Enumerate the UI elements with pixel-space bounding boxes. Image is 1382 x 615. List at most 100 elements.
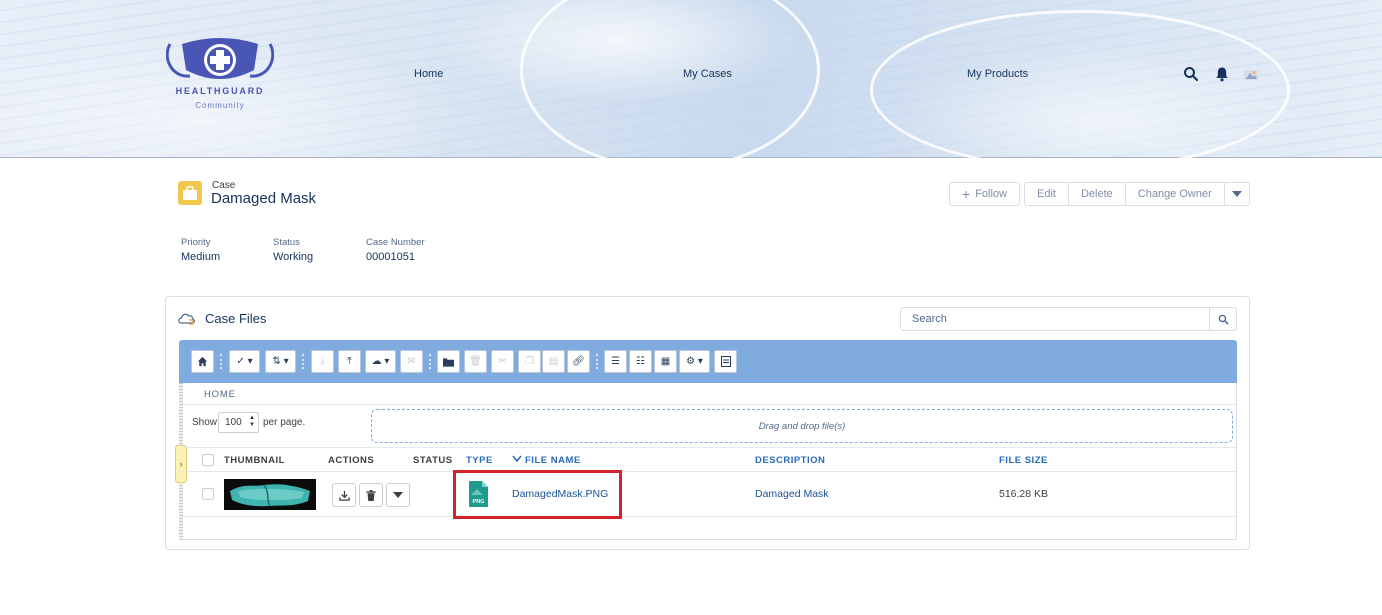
sort-desc-icon[interactable] [512, 455, 522, 463]
status-label: Status [273, 237, 300, 248]
download-button[interactable]: ⤓ [311, 350, 334, 373]
highlight-box [453, 470, 622, 519]
detail-view-button[interactable]: ☷ [629, 350, 652, 373]
plus-icon: + [962, 186, 971, 202]
row-more-button[interactable] [386, 483, 410, 507]
bell-icon[interactable] [1214, 66, 1230, 82]
search-icon[interactable] [1183, 66, 1199, 82]
row-download-button[interactable] [332, 483, 356, 507]
nav-my-products[interactable]: My Products [967, 68, 1028, 80]
case-number-label: Case Number [366, 237, 425, 248]
page-title: Damaged Mask [211, 190, 317, 207]
select-dropdown[interactable]: ✓ ▾ [229, 350, 260, 373]
file-search-button[interactable] [1209, 308, 1236, 330]
folder-icon [443, 357, 454, 367]
column-actions: ACTIONS [328, 455, 375, 466]
case-icon [178, 181, 202, 205]
change-owner-button[interactable]: Change Owner [1126, 183, 1225, 205]
file-size: 516.28 KB [999, 488, 1049, 500]
breadcrumb [183, 383, 1236, 405]
home-button[interactable] [191, 350, 214, 373]
file-manager-toolbar: ✓ ▾ ⇅ ▾ ⤓ ⤒ ☁ ▾ ✉ 🗑 ✂ ❐ ▤ 🔗︎ ☰ ☷ ▦ ⚙ ▾ [179, 340, 1237, 383]
search-icon [1218, 314, 1228, 324]
clipboard-icon: ▤ [548, 356, 559, 367]
column-type[interactable]: TYPE [466, 455, 493, 466]
column-description[interactable]: DESCRIPTION [755, 455, 825, 466]
settings-dropdown[interactable]: ⚙ ▾ [679, 350, 710, 373]
chevron-down-icon [393, 492, 403, 498]
list-icon: ☰ [611, 356, 620, 367]
grid-view-button[interactable]: ▦ [654, 350, 677, 373]
toolbar-separator [220, 354, 222, 369]
brand-subtitle: Community [195, 101, 245, 110]
row-checkbox[interactable] [202, 488, 214, 500]
cut-button[interactable]: ✂ [491, 350, 514, 373]
column-thumbnail: THUMBNAIL [224, 455, 285, 466]
breadcrumb-home[interactable]: HOME [204, 389, 236, 400]
copy-icon: ❐ [525, 356, 534, 367]
column-file-name[interactable]: FILE NAME [525, 455, 581, 466]
case-number-value: 00001051 [366, 251, 415, 263]
file-description: Damaged Mask [755, 488, 829, 500]
detail-list-icon: ☷ [636, 356, 645, 367]
dropzone-text: Drag and drop file(s) [758, 421, 846, 432]
upload-icon: ⤒ [347, 356, 352, 367]
preview-icon [720, 356, 731, 367]
toolbar-separator [302, 354, 304, 369]
column-file-size[interactable]: FILE SIZE [999, 455, 1048, 466]
toolbar-separator [429, 354, 431, 369]
per-page-value: 100 [225, 417, 242, 428]
copy-button[interactable]: ❐ [518, 350, 541, 373]
priority-value: Medium [181, 251, 221, 263]
delete-button[interactable]: Delete [1069, 183, 1126, 205]
link-icon: 🔗︎ [572, 356, 585, 367]
preview-button[interactable] [714, 350, 737, 373]
upload-button[interactable]: ⤒ [338, 350, 361, 373]
cloud-icon: ☁ ▾ [371, 356, 390, 367]
more-actions-button[interactable] [1225, 183, 1249, 205]
cloud-dropdown[interactable]: ☁ ▾ [365, 350, 396, 373]
user-avatar-icon[interactable] [1243, 66, 1259, 82]
row-delete-button[interactable] [359, 483, 383, 507]
follow-button-group: + Follow [949, 182, 1020, 206]
list-view-button[interactable]: ☰ [604, 350, 627, 373]
new-folder-button[interactable] [437, 350, 460, 373]
record-actions: Edit Delete Change Owner [1024, 182, 1250, 206]
follow-label: Follow [975, 188, 1007, 200]
scissors-icon: ✂ [498, 356, 507, 367]
show-label: Show [192, 417, 218, 428]
column-status[interactable]: STATUS [413, 455, 453, 466]
stepper-arrows-icon[interactable]: ▲ ▼ [249, 415, 255, 429]
home-icon [197, 356, 208, 367]
case-files-title: Case Files [205, 311, 267, 326]
brand-name: HEALTHGUARD [175, 86, 265, 96]
sort-dropdown[interactable]: ⇅ ▾ [265, 350, 296, 373]
sort-icon: ⇅ ▾ [272, 356, 289, 367]
gear-icon: ⚙ ▾ [686, 356, 703, 367]
email-button[interactable]: ✉ [400, 350, 423, 373]
paste-button[interactable]: ▤ [542, 350, 565, 373]
link-button[interactable]: 🔗︎ [567, 350, 590, 373]
download-icon [338, 490, 350, 501]
file-dropzone[interactable]: Drag and drop file(s) [371, 409, 1233, 443]
file-thumbnail[interactable] [224, 479, 316, 510]
file-search-input[interactable] [901, 308, 1209, 330]
select-all-checkbox[interactable] [202, 454, 214, 466]
cloud-files-icon [178, 313, 195, 325]
follow-button[interactable]: + Follow [950, 183, 1019, 205]
status-value: Working [273, 251, 314, 263]
grid-icon: ▦ [660, 356, 671, 367]
trash-icon [366, 489, 376, 501]
delete-files-button[interactable]: 🗑 [464, 350, 487, 373]
nav-my-cases[interactable]: My Cases [683, 68, 732, 80]
trash-icon: 🗑 [469, 356, 482, 367]
toolbar-separator [596, 354, 598, 369]
per-page-stepper[interactable]: 100 ▲ ▼ [218, 412, 259, 433]
nav-home[interactable]: Home [414, 68, 443, 80]
edit-button[interactable]: Edit [1025, 183, 1069, 205]
check-icon: ✓ ▾ [236, 356, 253, 367]
email-icon: ✉ [407, 356, 416, 367]
file-search [900, 307, 1237, 331]
priority-label: Priority [181, 237, 211, 248]
per-page-label: per page. [263, 417, 306, 428]
